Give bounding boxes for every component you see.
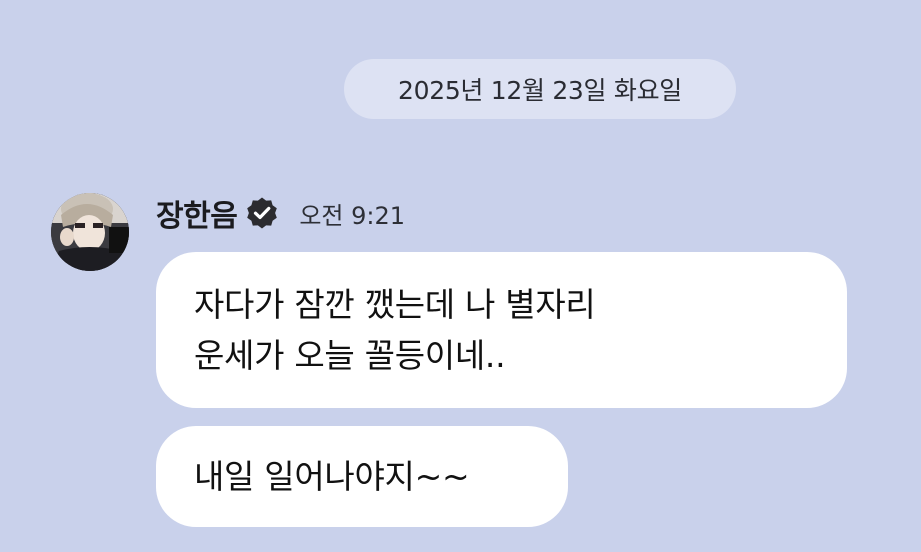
message-time: 오전 9:21: [299, 201, 405, 230]
date-divider-label: 2025년 12월 23일 화요일: [398, 76, 682, 105]
message-bubble[interactable]: 자다가 잠깐 깼는데 나 별자리 운세가 오늘 꼴등이네..: [156, 252, 847, 408]
message-text-line: 운세가 오늘 꼴등이네..: [194, 336, 506, 375]
message-bubble[interactable]: 내일 일어나야지~~: [156, 426, 568, 527]
verified-badge-icon: [245, 196, 279, 230]
message-header: 장한음 오전 9:21: [156, 190, 405, 236]
date-divider: 2025년 12월 23일 화요일: [344, 59, 736, 119]
sender-name[interactable]: 장한음: [156, 191, 238, 235]
message-text-line: 내일 일어나야지~~: [194, 457, 470, 496]
message-text-line: 자다가 잠깐 깼는데 나 별자리: [194, 285, 596, 324]
avatar[interactable]: [51, 193, 129, 271]
avatar-photo: [51, 193, 129, 271]
